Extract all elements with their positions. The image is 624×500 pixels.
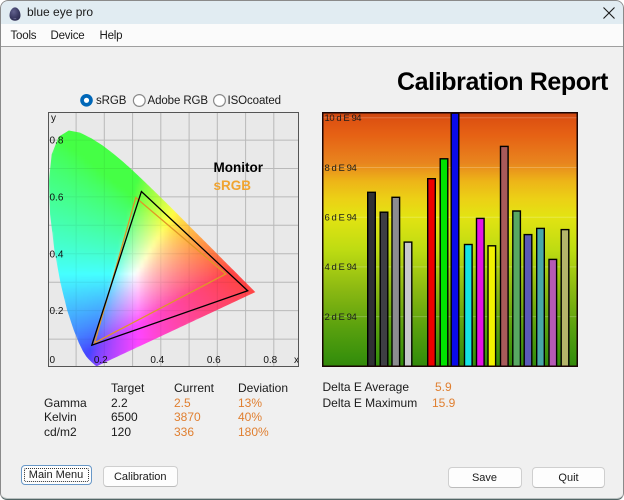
svg-text:4 d E 94: 4 d E 94 (325, 262, 357, 273)
svg-text:0.2: 0.2 (94, 355, 108, 366)
svg-text:0.6: 0.6 (207, 355, 221, 366)
svg-text:0: 0 (50, 355, 56, 366)
svg-text:0.8: 0.8 (263, 355, 277, 366)
svg-text:sRGB: sRGB (214, 178, 252, 193)
svg-text:8 d E 94: 8 d E 94 (325, 163, 357, 174)
svg-text:y: y (51, 113, 56, 124)
svg-text:0.8: 0.8 (50, 136, 64, 147)
svg-text:0.4: 0.4 (150, 355, 164, 366)
svg-text:0.2: 0.2 (50, 306, 64, 317)
svg-text:0.6: 0.6 (50, 192, 64, 203)
svg-text:Monitor: Monitor (214, 160, 264, 175)
svg-text:10 d E 94: 10 d E 94 (325, 113, 362, 124)
svg-text:2 d E 94: 2 d E 94 (325, 312, 357, 323)
svg-text:0.4: 0.4 (50, 249, 64, 260)
svg-text:6 d E 94: 6 d E 94 (325, 213, 357, 224)
